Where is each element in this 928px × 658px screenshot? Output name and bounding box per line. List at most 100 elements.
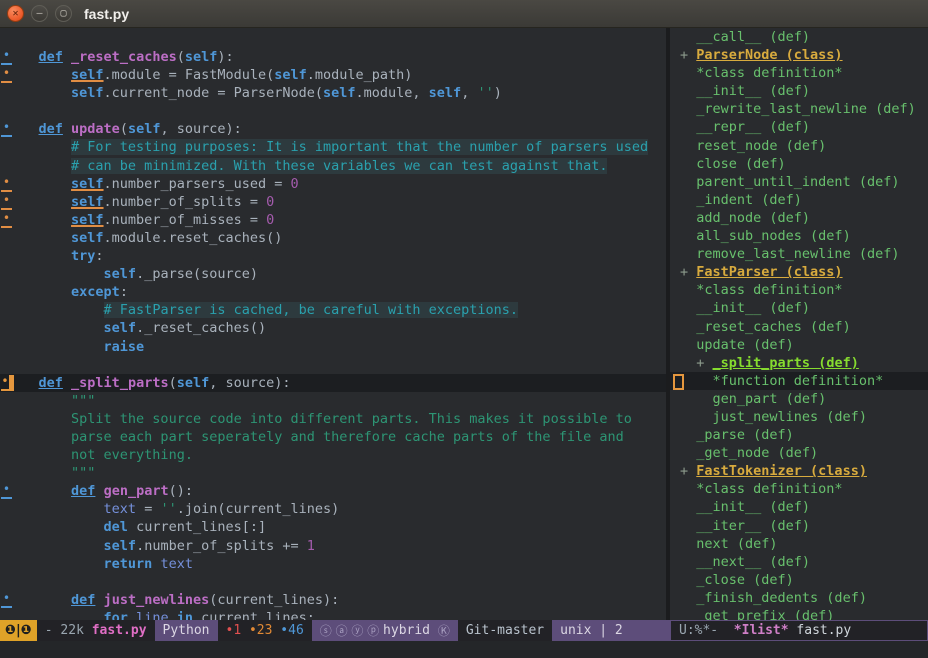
imenu-item[interactable]: + FastTokenizer (class) [670,462,928,480]
code-line[interactable]: self.current_node = ParserNode(self.modu… [0,84,666,102]
code-line[interactable]: • self.module = FastModule(self.module_p… [0,66,666,84]
code-line[interactable]: except: [0,283,666,301]
modeline-segment-encoding-position[interactable]: unix | 2 [552,620,670,641]
imenu-item[interactable]: update (def) [670,336,928,354]
fringe-marker-icon: • [1,212,12,228]
imenu-item[interactable]: *class definition* [670,281,928,299]
modeline-segment-flycheck-counts[interactable]: •1 •23 •46 [218,620,312,641]
fringe-marker-icon: • [1,176,12,192]
code-line[interactable]: • self.number_parsers_used = 0 [0,175,666,193]
modeline-text: hybrid [383,623,438,638]
imenu-item[interactable]: all_sub_nodes (def) [670,227,928,245]
modeline-segment-buffer-info[interactable]: - 22k fast.py [37,620,155,641]
code-line[interactable]: parse each part seperately and therefore… [0,428,666,446]
editor-modeline: ❶|❶- 22k fast.pyPython•1 •23 •46ⓢ ⓐ ⓨ ⓟ … [0,620,670,641]
imenu-item[interactable]: _finish_dedents (def) [670,589,928,607]
imenu-item[interactable]: *function definition* [670,372,928,390]
code-line[interactable]: return text [0,555,666,573]
imenu-item[interactable]: __iter__ (def) [670,517,928,535]
imenu-item[interactable]: __init__ (def) [670,82,928,100]
code-line[interactable]: • def update(self, source): [0,120,666,138]
expand-icon[interactable]: + [680,264,696,280]
imenu-item[interactable]: just_newlines (def) [670,408,928,426]
modeline-segment-git-branch[interactable]: Git-master [458,620,552,641]
imenu-item[interactable]: gen_part (def) [670,390,928,408]
imenu-item[interactable]: _close (def) [670,571,928,589]
code-line[interactable]: # FastParser is cached, be careful with … [0,301,666,319]
modeline-segment-window-number[interactable]: ❶|❶ [0,620,37,641]
code-line[interactable]: • def _reset_caches(self): [0,48,666,66]
code-line[interactable]: self.module.reset_caches() [0,229,666,247]
code-token: for [104,610,128,620]
minimize-icon[interactable]: – [31,5,48,22]
code-line[interactable]: # For testing purposes: It is important … [0,138,666,156]
imenu-item[interactable]: _indent (def) [670,191,928,209]
maximize-icon[interactable]: ▢ [55,5,72,22]
close-icon[interactable]: ✕ [7,5,24,22]
code-line[interactable]: • def _split_parts(self, source): [0,374,666,392]
minor-mode-icons: ⓢ ⓐ ⓨ ⓟ [320,622,383,639]
imenu-item[interactable]: __init__ (def) [670,498,928,516]
code-line[interactable]: • def just_newlines(current_lines): [0,591,666,609]
imenu-item[interactable]: __init__ (def) [670,299,928,317]
code-line[interactable]: not everything. [0,446,666,464]
modeline-segment-major-mode[interactable]: Python [155,620,218,641]
imenu-item[interactable]: reset_node (def) [670,137,928,155]
code-line[interactable]: # can be minimized. With these variables… [0,157,666,175]
code-token: in [177,610,193,620]
imenu-item[interactable]: parent_until_indent (def) [670,173,928,191]
imenu-item[interactable]: *class definition* [670,480,928,498]
code-line[interactable]: Split the source code into different par… [0,410,666,428]
imenu-item-label: gen_part (def) [713,391,827,407]
code-line[interactable]: try: [0,247,666,265]
code-line[interactable]: self._reset_caches() [0,319,666,337]
code-line[interactable]: text = ''.join(current_lines) [0,500,666,518]
imenu-item-label: __iter__ (def) [696,518,810,534]
fringe-marker-icon: • [1,592,12,608]
modeline-row: ❶|❶- 22k fast.pyPython•1 •23 •46ⓢ ⓐ ⓨ ⓟ … [0,620,928,641]
code-line[interactable]: self._parse(source) [0,265,666,283]
code-line[interactable]: """ [0,464,666,482]
imenu-item[interactable]: remove_last_newline (def) [670,245,928,263]
imenu-item[interactable]: add_node (def) [670,209,928,227]
code-token: try [71,248,95,264]
modeline-segment-minor-modes[interactable]: ⓢ ⓐ ⓨ ⓟ hybrid Ⓚ [312,620,458,641]
imenu-item[interactable]: + FastParser (class) [670,263,928,281]
code-line[interactable]: del current_lines[:] [0,518,666,536]
imenu-item-label: *class definition* [696,481,842,497]
imenu-item-label: FastParser (class) [696,264,842,280]
imenu-item[interactable]: _parse (def) [670,426,928,444]
code-line[interactable]: for line in current_lines: [0,609,666,620]
code-line[interactable] [0,356,666,374]
imenu-item[interactable]: _reset_caches (def) [670,318,928,336]
code-token: del [104,519,128,535]
code-line[interactable]: raise [0,338,666,356]
imenu-item-label: remove_last_newline (def) [696,246,899,262]
code-editor-buffer[interactable]: • def _reset_caches(self):• self.module … [0,28,670,620]
imenu-item[interactable]: __next__ (def) [670,553,928,571]
code-token: ._parse(source) [136,266,258,282]
imenu-item[interactable]: _get_prefix (def) [670,607,928,620]
imenu-item[interactable]: __call__ (def) [670,28,928,46]
imenu-item[interactable]: + _split_parts (def) [670,354,928,372]
code-line[interactable]: • self.number_of_misses = 0 [0,211,666,229]
code-line[interactable]: • self.number_of_splits = 0 [0,193,666,211]
imenu-item[interactable]: close (def) [670,155,928,173]
imenu-item-label: _reset_caches (def) [696,319,850,335]
imenu-item[interactable]: + ParserNode (class) [670,46,928,64]
expand-icon[interactable]: + [696,355,712,371]
expand-icon[interactable]: + [680,47,696,63]
code-line[interactable] [0,102,666,120]
imenu-list-panel[interactable]: __call__ (def)+ ParserNode (class) *clas… [670,28,928,620]
imenu-item[interactable]: __repr__ (def) [670,118,928,136]
imenu-item-label: all_sub_nodes (def) [696,228,850,244]
expand-icon[interactable]: + [680,463,696,479]
code-line[interactable]: self.number_of_splits += 1 [0,537,666,555]
code-line[interactable]: • def gen_part(): [0,482,666,500]
imenu-item[interactable]: next (def) [670,535,928,553]
imenu-item[interactable]: *class definition* [670,64,928,82]
imenu-item[interactable]: _get_node (def) [670,444,928,462]
imenu-item[interactable]: _rewrite_last_newline (def) [670,100,928,118]
code-line[interactable]: """ [0,392,666,410]
code-line[interactable] [0,573,666,591]
